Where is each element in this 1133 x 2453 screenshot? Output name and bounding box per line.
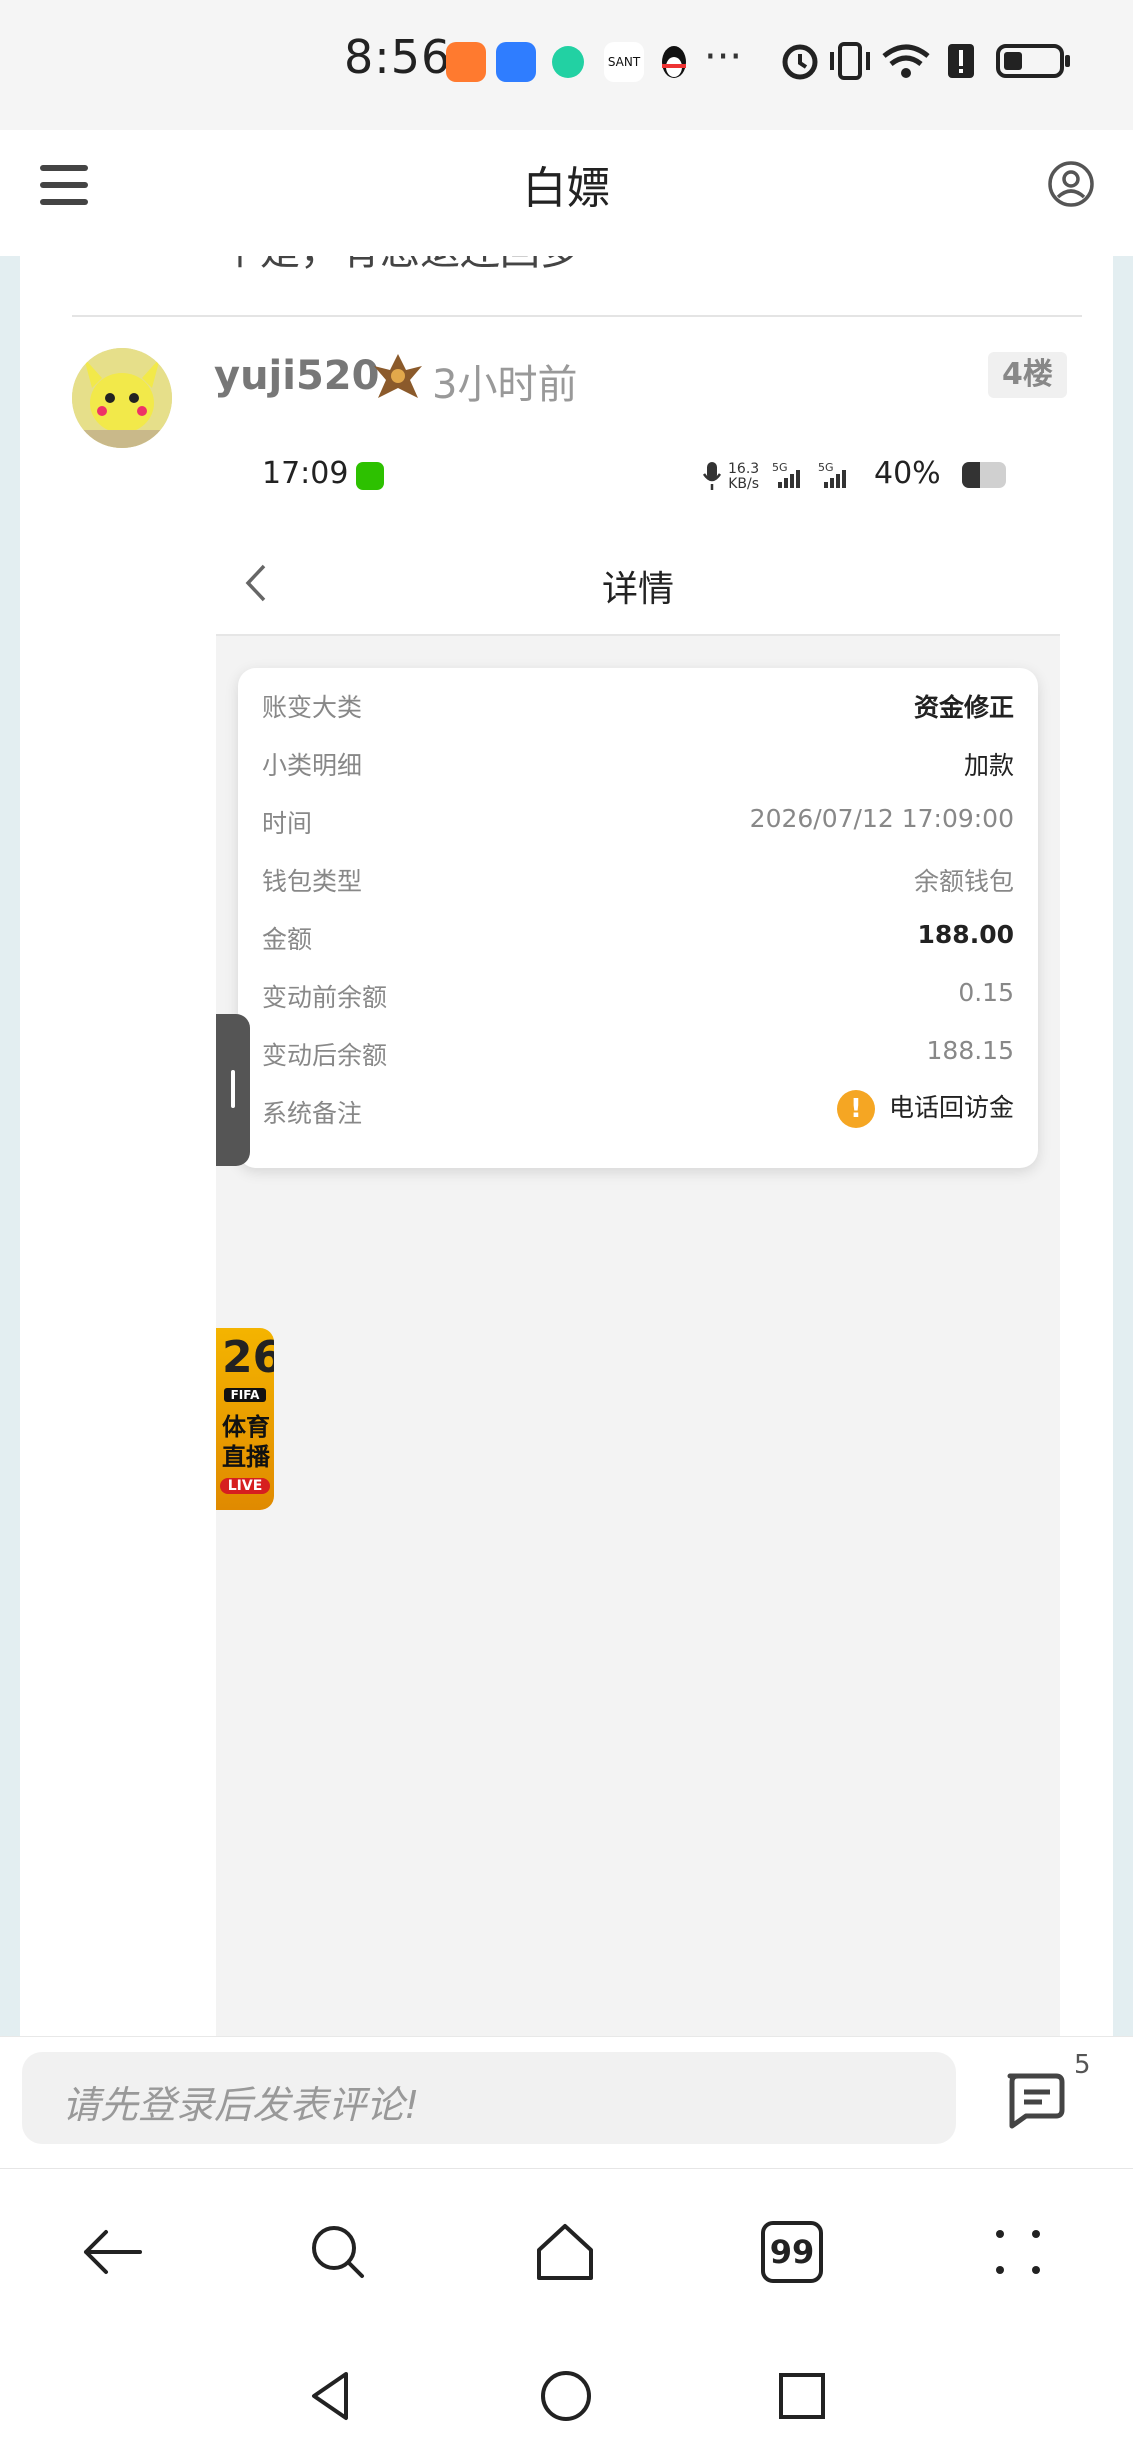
system-navigation-bar bbox=[0, 2338, 1133, 2453]
tabs-count: 99 bbox=[769, 2233, 815, 2271]
detail-row: 小类明细 加款 bbox=[238, 734, 1038, 792]
back-arrow-icon[interactable] bbox=[80, 2220, 144, 2284]
detail-value: 2026/07/12 17:09:00 bbox=[749, 804, 1014, 833]
image-page-title: 详情 bbox=[601, 569, 674, 610]
alert-icon bbox=[948, 44, 974, 78]
user-account-icon[interactable] bbox=[1047, 160, 1095, 208]
detail-row: 账变大类 资金修正 bbox=[238, 676, 1038, 734]
warning-icon: ! bbox=[836, 1090, 875, 1128]
notification-chat-icon bbox=[552, 46, 584, 78]
notification-brand-icon: SANT bbox=[604, 42, 644, 82]
transaction-detail-card: 账变大类 资金修正 小类明细 加款 时间 2026/07/12 17:09:00 钱包… bbox=[238, 668, 1038, 1168]
detail-value: 加款 bbox=[963, 751, 1014, 780]
svg-text:5G: 5G bbox=[818, 461, 834, 474]
detail-value: 188.00 bbox=[917, 920, 1014, 949]
live-badge-text: 体育直播 bbox=[222, 1413, 270, 1471]
nav-home-circle-icon[interactable] bbox=[538, 2368, 594, 2428]
detail-row: 变动后余额 188.15 bbox=[238, 1024, 1038, 1082]
detail-label: 金额 bbox=[262, 925, 313, 954]
detail-label: 小类明细 bbox=[262, 751, 363, 780]
status-time: 8:56 bbox=[344, 30, 452, 84]
live-sports-badge: 26 FIFA 体育直播 LIVE bbox=[216, 1328, 274, 1510]
detail-row: 钱包类型 余额钱包 bbox=[238, 850, 1038, 908]
comment-count: 5 bbox=[1074, 2050, 1091, 2080]
notification-app-icon bbox=[446, 42, 486, 82]
floor-badge: 4楼 bbox=[988, 352, 1067, 398]
tabs-icon[interactable]: 99 bbox=[760, 2220, 824, 2284]
detail-value: 资金修正 bbox=[913, 693, 1014, 722]
detail-value: 电话回访金 bbox=[888, 1093, 1014, 1122]
home-icon[interactable] bbox=[533, 2220, 597, 2284]
detail-row: 时间 2026/07/12 17:09:00 bbox=[238, 792, 1038, 850]
more-notifications-icon: ··· bbox=[704, 34, 743, 80]
notification-message-icon bbox=[496, 42, 536, 82]
detail-label: 变动后余额 bbox=[262, 1041, 388, 1070]
image-battery-percent: 40% bbox=[874, 456, 941, 491]
detail-label: 钱包类型 bbox=[262, 867, 363, 896]
image-nav-bar: 详情 bbox=[216, 534, 1060, 636]
qq-penguin-icon bbox=[654, 42, 694, 82]
detail-value: 0.15 bbox=[958, 978, 1014, 1007]
detail-value: 余额钱包 bbox=[913, 867, 1014, 896]
detail-value-remark: ! 电话回访金 bbox=[836, 1088, 1014, 1128]
page-title: 白嫖 bbox=[522, 163, 611, 214]
wechat-icon bbox=[356, 462, 384, 490]
detail-row: 变动前余额 0.15 bbox=[238, 966, 1038, 1024]
live-badge-tag: LIVE bbox=[220, 1478, 270, 1494]
detail-value: 188.15 bbox=[926, 1036, 1014, 1065]
vibrate-icon bbox=[830, 42, 870, 80]
battery-icon bbox=[996, 44, 1070, 78]
comments-icon[interactable] bbox=[1002, 2070, 1068, 2130]
avatar[interactable] bbox=[72, 348, 172, 448]
post-username[interactable]: yuji520 bbox=[214, 353, 379, 399]
live-badge-number: 26 bbox=[222, 1332, 274, 1383]
detail-label: 变动前余额 bbox=[262, 983, 388, 1012]
post-divider bbox=[72, 315, 1082, 317]
signal-5g-icon: 5G 5G bbox=[772, 460, 862, 494]
previous-post-text: 个是，有您退还回多 bbox=[220, 256, 580, 276]
detail-row: 金额 188.00 bbox=[238, 908, 1038, 966]
side-drawer-handle bbox=[216, 1014, 250, 1166]
image-battery-fill bbox=[962, 462, 980, 488]
svg-text:5G: 5G bbox=[772, 461, 788, 474]
detail-label: 系统备注 bbox=[262, 1099, 363, 1128]
comment-input[interactable]: 请先登录后发表评论! bbox=[22, 2052, 956, 2144]
microphone-icon bbox=[702, 460, 722, 496]
detail-label: 时间 bbox=[262, 809, 313, 838]
alarm-icon bbox=[782, 44, 818, 80]
post-time: 3小时前 bbox=[432, 362, 578, 408]
wifi-icon bbox=[882, 44, 930, 78]
image-battery-icon bbox=[962, 462, 1006, 488]
live-badge-brand: FIFA bbox=[224, 1388, 266, 1402]
detail-label: 账变大类 bbox=[262, 693, 363, 722]
more-options-icon[interactable] bbox=[986, 2220, 1050, 2284]
search-icon[interactable] bbox=[306, 2220, 370, 2284]
nav-recents-square-icon[interactable] bbox=[774, 2368, 830, 2428]
detail-row: 系统备注 ! 电话回访金 bbox=[238, 1082, 1038, 1140]
image-status-time: 17:09 bbox=[262, 456, 349, 491]
nav-back-triangle-icon[interactable] bbox=[302, 2368, 358, 2428]
image-status-bar: 17:09 16.3 KB/s 5G 5G 40% bbox=[216, 424, 1060, 534]
system-status-icons bbox=[778, 36, 1088, 86]
comment-placeholder: 请先登录后发表评论! bbox=[62, 2083, 420, 2127]
user-rank-badge-icon bbox=[370, 348, 426, 404]
image-net-speed: 16.3 KB/s bbox=[728, 461, 760, 492]
post-card: 个是，有您退还回多 yuji520 3小时前 4楼 17:09 16.3 KB/… bbox=[20, 256, 1113, 2036]
post-image[interactable]: 17:09 16.3 KB/s 5G 5G 40% 详情 账变大类 资金修正 小类明… bbox=[216, 424, 1060, 2036]
